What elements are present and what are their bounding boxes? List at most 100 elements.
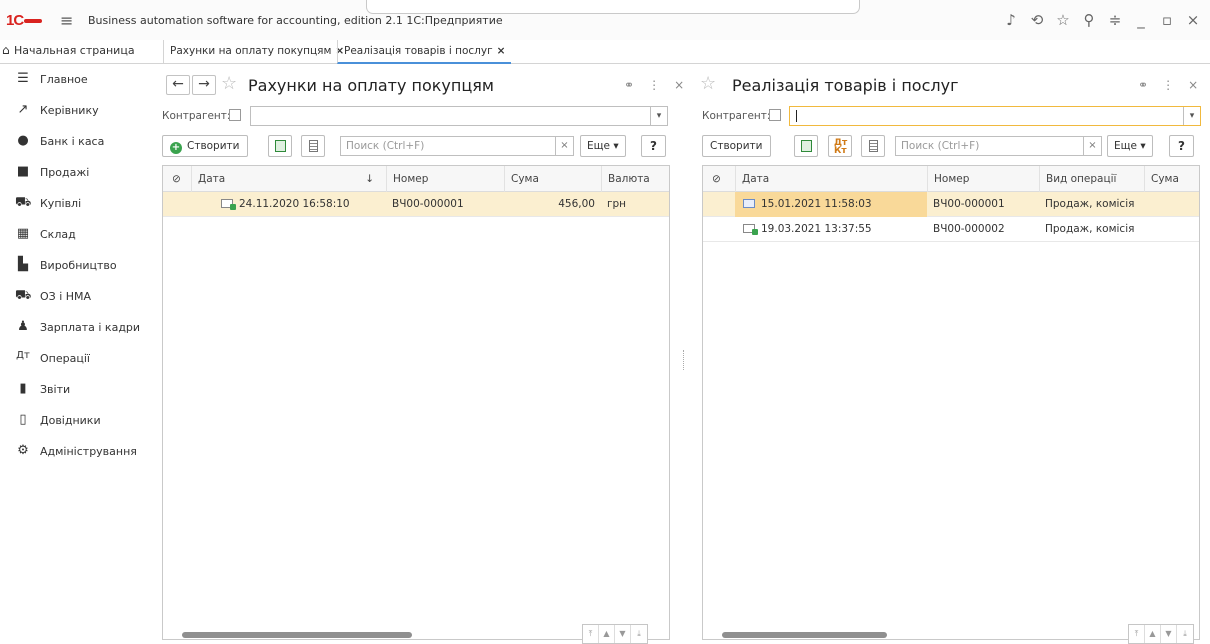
- col-number[interactable]: Номер: [386, 166, 504, 192]
- tab-sales-label: Реалізація товарів і послуг: [344, 45, 493, 57]
- link-icon[interactable]: ⚭: [624, 78, 634, 92]
- next-page-icon[interactable]: ▼: [1161, 625, 1177, 643]
- create-based-on-button[interactable]: [794, 135, 818, 157]
- counterparty-field[interactable]: ▾: [789, 106, 1201, 126]
- sidebar-item-production[interactable]: ▙ Виробництво: [0, 250, 148, 281]
- close-icon[interactable]: ×: [1180, 11, 1206, 29]
- window-top-handle[interactable]: [366, 0, 860, 14]
- more-button[interactable]: Еще ▾: [580, 135, 626, 157]
- tab-home[interactable]: ⌂ Начальная страница: [0, 40, 158, 63]
- forward-button[interactable]: →: [192, 75, 216, 95]
- trend-icon: ↗: [17, 102, 29, 117]
- sidebar-item-manager[interactable]: ↗ Керівнику: [0, 95, 148, 126]
- list-view-button[interactable]: [301, 135, 325, 157]
- tab-sales[interactable]: Реалізація товарів і послуг ×: [337, 40, 512, 64]
- attachment-icon[interactable]: ⊘: [163, 166, 191, 192]
- minimize-icon[interactable]: _: [1128, 11, 1154, 29]
- first-page-icon[interactable]: ⤒: [1129, 625, 1145, 643]
- scrollbar-thumb[interactable]: [722, 632, 887, 638]
- create-based-on-button[interactable]: [268, 135, 292, 157]
- clear-search-button[interactable]: ×: [1083, 137, 1101, 155]
- star-icon[interactable]: ☆: [1050, 11, 1076, 29]
- create-button[interactable]: + Створити: [162, 135, 248, 157]
- col-currency[interactable]: Валюта: [601, 166, 669, 192]
- horizontal-scrollbar[interactable]: [708, 629, 1088, 639]
- col-number[interactable]: Номер: [927, 166, 1039, 192]
- prev-page-icon[interactable]: ▲: [1145, 625, 1161, 643]
- clear-search-button[interactable]: ×: [555, 137, 573, 155]
- col-sum[interactable]: Сума: [504, 166, 601, 192]
- back-button[interactable]: ←: [166, 75, 190, 95]
- next-page-icon[interactable]: ▼: [615, 625, 631, 643]
- favorite-star-icon[interactable]: ☆: [700, 73, 716, 94]
- sidebar-item-salary[interactable]: ♟ Зарплата і кадри: [0, 312, 148, 343]
- col-date[interactable]: Дата: [735, 166, 927, 192]
- col-sum[interactable]: Сума: [1144, 166, 1199, 192]
- list-view-button[interactable]: [861, 135, 885, 157]
- col-date[interactable]: Дата ↓: [191, 166, 386, 192]
- document-posted-icon: [743, 224, 758, 235]
- create-label: Створити: [187, 140, 240, 152]
- horizontal-scrollbar[interactable]: [168, 629, 548, 639]
- col-date-label: Дата: [198, 173, 226, 185]
- sales-table[interactable]: ⊘ Дата Номер Вид операції Сума 15.01.202…: [702, 165, 1200, 640]
- sidebar-item-bank[interactable]: ● Банк і каса: [0, 126, 148, 157]
- close-icon[interactable]: ×: [674, 78, 684, 92]
- cell-sum: 456,00: [558, 198, 595, 210]
- settings-icon[interactable]: ≑: [1102, 11, 1128, 29]
- table-row[interactable]: 15.01.2021 11:58:03 ВЧ00-000001 Продаж, …: [703, 192, 1199, 217]
- truck-icon: ⛟: [15, 288, 32, 303]
- maximize-icon[interactable]: ▫: [1154, 11, 1180, 29]
- factory-icon: ▙: [18, 257, 28, 272]
- sidebar-item-reports[interactable]: ▮ Звіти: [0, 374, 148, 405]
- attachment-icon[interactable]: ⊘: [703, 166, 735, 192]
- sidebar-item-main[interactable]: ☰ Главное: [0, 64, 148, 95]
- scrollbar-thumb[interactable]: [182, 632, 412, 638]
- bell-icon[interactable]: ♪: [998, 11, 1024, 29]
- dtkt-button[interactable]: Дт Кт: [828, 135, 852, 157]
- help-button[interactable]: ?: [641, 135, 666, 157]
- favorite-star-icon[interactable]: ☆: [221, 73, 237, 94]
- tab-invoices[interactable]: Рахунки на оплату покупцям ×: [163, 40, 350, 64]
- last-page-icon[interactable]: ⤓: [631, 625, 647, 643]
- table-row[interactable]: 19.03.2021 13:37:55 ВЧ00-000002 Продаж, …: [703, 217, 1199, 242]
- chevron-down-icon[interactable]: ▾: [1183, 107, 1200, 125]
- search-icon[interactable]: ⚲: [1076, 11, 1102, 29]
- col-operation[interactable]: Вид операції: [1039, 166, 1144, 192]
- cell-sum: [1144, 217, 1150, 242]
- sidebar-item-purchases[interactable]: ⛟ Купівлі: [0, 188, 148, 219]
- more-vert-icon[interactable]: ⋮: [1162, 78, 1174, 92]
- search-input[interactable]: Поиск (Ctrl+F) ×: [895, 136, 1102, 156]
- cart-icon: ⛟: [15, 195, 32, 210]
- sidebar-item-sales[interactable]: ■ Продажі: [0, 157, 148, 188]
- counterparty-checkbox[interactable]: [229, 109, 241, 121]
- counterparty-field[interactable]: ▾: [250, 106, 668, 126]
- first-page-icon[interactable]: ⤒: [583, 625, 599, 643]
- sidebar-item-admin[interactable]: ⚙ Адміністрування: [0, 436, 148, 467]
- prev-page-icon[interactable]: ▲: [599, 625, 615, 643]
- history-icon[interactable]: ⟲: [1024, 11, 1050, 29]
- cell-operation: Продаж, комісія: [1045, 198, 1135, 210]
- help-button[interactable]: ?: [1169, 135, 1194, 157]
- search-input[interactable]: Поиск (Ctrl+F) ×: [340, 136, 574, 156]
- close-icon[interactable]: ×: [1188, 78, 1198, 92]
- close-icon[interactable]: ×: [497, 45, 506, 57]
- more-button[interactable]: Еще ▾: [1107, 135, 1153, 157]
- text-caret: [796, 110, 797, 122]
- last-page-icon[interactable]: ⤓: [1177, 625, 1193, 643]
- sidebar-item-references[interactable]: ▯ Довідники: [0, 405, 148, 436]
- sidebar-item-assets[interactable]: ⛟ ОЗ і НМА: [0, 281, 148, 312]
- table-header: ⊘ Дата Номер Вид операції Сума: [703, 166, 1199, 192]
- link-icon[interactable]: ⚭: [1138, 78, 1148, 92]
- panel-splitter[interactable]: [683, 350, 685, 370]
- table-row[interactable]: 24.11.2020 16:58:10 ВЧ00-000001 456,00 г…: [163, 192, 669, 217]
- more-vert-icon[interactable]: ⋮: [648, 78, 660, 92]
- main-menu-icon[interactable]: ≡: [60, 11, 73, 30]
- create-button[interactable]: Створити: [702, 135, 771, 157]
- sidebar-item-operations[interactable]: Дт Операції: [0, 343, 148, 374]
- sidebar-item-label: ОЗ і НМА: [40, 290, 92, 303]
- chevron-down-icon[interactable]: ▾: [650, 107, 667, 125]
- invoices-table[interactable]: ⊘ Дата ↓ Номер Сума Валюта 24.11.2020 16…: [162, 165, 670, 640]
- counterparty-checkbox[interactable]: [769, 109, 781, 121]
- sidebar-item-warehouse[interactable]: ▦ Склад: [0, 219, 148, 250]
